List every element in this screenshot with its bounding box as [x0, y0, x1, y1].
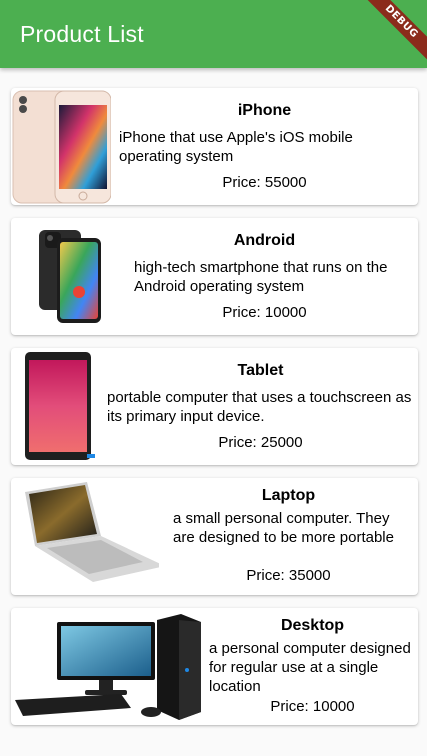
product-name: Laptop: [261, 487, 316, 504]
product-name: iPhone: [237, 102, 292, 119]
laptop-image: [25, 482, 159, 582]
desktop-image: [15, 614, 201, 720]
app-bar: Product List DEBUG: [0, 0, 427, 68]
product-price: Price: 10000: [222, 304, 307, 321]
product-name: Android: [233, 232, 296, 249]
product-list[interactable]: iPhone iPhone that use Apple's iOS mobil…: [11, 88, 418, 738]
product-price: Price: 10000: [270, 698, 355, 715]
product-card-tablet[interactable]: Tablet portable computer that uses a tou…: [11, 348, 418, 465]
product-description: iPhone that use Apple's iOS mobile opera…: [119, 129, 353, 165]
tablet-image: [25, 352, 95, 460]
product-card-iphone[interactable]: iPhone iPhone that use Apple's iOS mobil…: [11, 88, 418, 205]
product-description: a small personal computer. They are desi…: [173, 510, 394, 546]
product-price: Price: 25000: [218, 434, 303, 451]
product-card-android[interactable]: Android high-tech smartphone that runs o…: [11, 218, 418, 335]
product-price: Price: 55000: [222, 174, 307, 191]
product-price: Price: 35000: [246, 567, 331, 584]
page-title: Product List: [20, 21, 144, 47]
product-description: portable computer that uses a touchscree…: [107, 389, 412, 425]
product-card-laptop[interactable]: Laptop a small personal computer. They a…: [11, 478, 418, 595]
debug-banner: DEBUG: [352, 0, 427, 68]
product-name: Tablet: [237, 362, 284, 379]
product-name: Desktop: [280, 617, 345, 634]
android-phone-image: [39, 230, 101, 323]
iphone-image: [12, 90, 111, 204]
product-card-desktop[interactable]: Desktop a personal computer designed for…: [11, 608, 418, 725]
product-description: a personal computer designed for regular…: [209, 640, 411, 695]
product-description: high-tech smartphone that runs on the An…: [134, 259, 388, 295]
